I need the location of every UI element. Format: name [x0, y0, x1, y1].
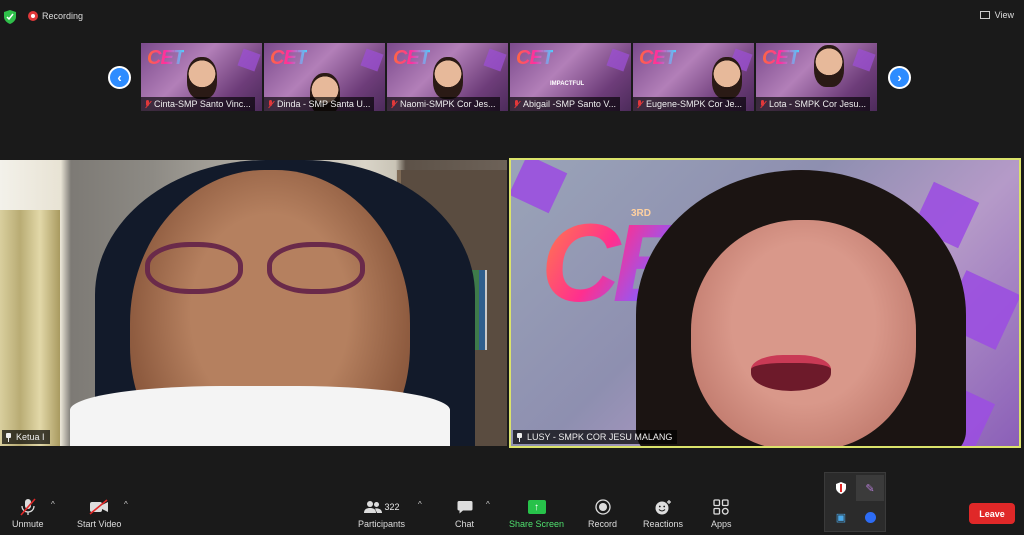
- share-screen-icon: ↑: [527, 498, 546, 516]
- participant-name-tag: Eugene-SMPK Cor Je...: [633, 97, 747, 111]
- participant-name: Lota - SMPK Cor Jesu...: [769, 99, 867, 109]
- gallery-prev-button[interactable]: ‹: [108, 66, 131, 89]
- participant-name: Cinta-SMP Santo Vinc...: [154, 99, 251, 109]
- view-button[interactable]: View: [979, 10, 1014, 20]
- thumb-logo: CET: [639, 47, 677, 69]
- zoom-meeting-window: Recording View ‹ CET Cinta-SMP Santo Vin…: [0, 0, 1024, 535]
- thumb-decoration: [237, 48, 261, 72]
- video-tile-right-active-speaker[interactable]: CET 3RD LUSY - SMPK COR JESU MALANG: [509, 158, 1021, 448]
- thumb-logo: CET: [270, 47, 308, 69]
- participant-thumbnail[interactable]: CET Lota - SMPK Cor Jesu...: [756, 43, 877, 111]
- people-icon: 322: [363, 498, 400, 516]
- record-button[interactable]: Record: [588, 498, 617, 529]
- participant-face: [691, 220, 916, 446]
- participant-name: Naomi-SMPK Cor Jes...: [400, 99, 496, 109]
- reactions-label: Reactions: [643, 519, 684, 529]
- gallery-next-button[interactable]: ›: [888, 66, 911, 89]
- share-screen-label: Share Screen: [509, 519, 565, 529]
- thumb-logo: CET: [147, 47, 185, 69]
- reactions-button[interactable]: Reactions: [643, 498, 683, 529]
- mic-muted-icon: [636, 99, 643, 109]
- participant-video: [186, 57, 217, 99]
- share-screen-button[interactable]: ↑ Share Screen: [509, 498, 564, 529]
- participants-button[interactable]: 322 Participants: [358, 498, 405, 529]
- participant-thumbnail[interactable]: CET Eugene-SMPK Cor Je...: [633, 43, 754, 111]
- mic-muted-icon: [759, 99, 766, 109]
- participants-label: Participants: [358, 519, 406, 529]
- mic-muted-icon: [513, 99, 520, 109]
- participants-caret-icon[interactable]: ^: [418, 500, 422, 509]
- apps-label: Apps: [711, 519, 732, 529]
- chat-bubble-icon: [457, 498, 473, 516]
- participant-name-tag: Cinta-SMP Santo Vinc...: [141, 97, 255, 111]
- recording-label: Recording: [42, 11, 84, 21]
- smiley-icon: [654, 498, 672, 516]
- thumb-decoration: [606, 48, 630, 72]
- participant-name: Abigail -SMP Santo V...: [523, 99, 617, 109]
- mic-muted-icon: [267, 99, 274, 109]
- thumb-decoration: [360, 48, 384, 72]
- participant-collar: [70, 386, 450, 446]
- chat-button[interactable]: Chat: [455, 498, 474, 529]
- chat-label: Chat: [455, 519, 475, 529]
- thumb-logo: CET: [516, 47, 554, 69]
- unmute-button[interactable]: Unmute: [12, 498, 44, 529]
- participant-name-tag: Lota - SMPK Cor Jesu...: [756, 97, 871, 111]
- video-participant-name: LUSY - SMPK COR JESU MALANG: [527, 432, 673, 442]
- event-logo-prefix: 3RD: [631, 208, 652, 219]
- participant-thumbnail[interactable]: CET Naomi-SMPK Cor Jes...: [387, 43, 508, 111]
- view-grid-icon: [979, 11, 990, 19]
- start-video-button[interactable]: Start Video: [77, 498, 121, 529]
- unmute-label: Unmute: [12, 519, 44, 529]
- thumb-decoration: [483, 48, 507, 72]
- chat-caret-icon[interactable]: ^: [486, 500, 490, 509]
- apps-icon: [713, 498, 729, 516]
- gallery-strip: CET Cinta-SMP Santo Vinc... CET Dinda - …: [141, 43, 877, 111]
- participant-name-tag: Abigail -SMP Santo V...: [510, 97, 621, 111]
- mic-muted-icon: [144, 99, 151, 109]
- thumb-decoration: [852, 48, 876, 72]
- background-curtain: [0, 210, 60, 446]
- pin-icon: [5, 432, 12, 442]
- participant-video: [813, 45, 844, 87]
- chevron-left-icon: ‹: [117, 70, 122, 85]
- mic-muted-icon: [20, 498, 36, 516]
- participant-name-tag: Naomi-SMPK Cor Jes...: [387, 97, 500, 111]
- thumb-logo: CET: [762, 47, 800, 69]
- start-video-label: Start Video: [77, 519, 122, 529]
- participant-glasses: [145, 242, 365, 294]
- mic-muted-icon: [390, 99, 397, 109]
- video-caret-icon[interactable]: ^: [124, 500, 128, 509]
- participant-name: Dinda - SMP Santa U...: [277, 99, 371, 109]
- thumb-subtitle: IMPACTFUL: [550, 81, 585, 87]
- video-off-icon: [89, 498, 109, 516]
- top-bar: Recording View: [0, 0, 1024, 32]
- participant-thumbnail[interactable]: CET Cinta-SMP Santo Vinc...: [141, 43, 262, 111]
- participant-thumbnail[interactable]: CET Dinda - SMP Santa U...: [264, 43, 385, 111]
- chevron-right-icon: ›: [897, 70, 902, 85]
- participants-count: 322: [384, 502, 400, 512]
- record-icon: [594, 498, 611, 516]
- record-icon: [28, 11, 38, 21]
- view-label: View: [994, 10, 1014, 20]
- apps-button[interactable]: Apps: [711, 498, 732, 529]
- participant-mouth: [751, 355, 831, 391]
- participant-name-tag: Dinda - SMP Santa U...: [264, 97, 375, 111]
- participant-video: [712, 57, 743, 99]
- video-tile-left[interactable]: Ketua I: [0, 160, 507, 446]
- recording-indicator[interactable]: Recording: [28, 11, 83, 21]
- participant-name: Eugene-SMPK Cor Je...: [646, 99, 743, 109]
- pin-icon: [516, 432, 523, 442]
- shield-icon[interactable]: [4, 10, 16, 24]
- video-name-tag: Ketua I: [2, 430, 50, 444]
- unmute-caret-icon[interactable]: ^: [51, 500, 55, 509]
- bottom-toolbar: Unmute ^ Start Video ^ 322 Participants …: [0, 488, 1024, 535]
- video-name-tag: LUSY - SMPK COR JESU MALANG: [513, 430, 678, 444]
- thumb-logo: CET: [393, 47, 431, 69]
- video-participant-name: Ketua I: [16, 432, 45, 442]
- leave-button[interactable]: Leave: [969, 503, 1015, 524]
- participant-video: [432, 57, 463, 99]
- record-label: Record: [588, 519, 618, 529]
- participant-thumbnail[interactable]: CET IMPACTFUL Abigail -SMP Santo V...: [510, 43, 631, 111]
